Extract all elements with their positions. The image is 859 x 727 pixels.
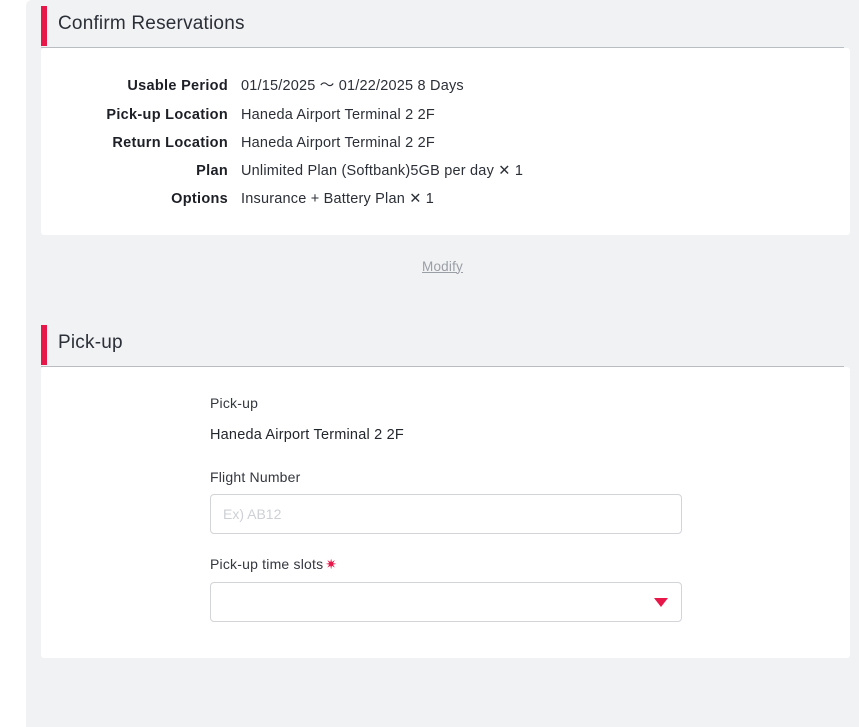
required-asterisk-icon: ✷: [325, 556, 338, 572]
section-accent-bar: [41, 325, 47, 365]
table-row: Options Insurance + Battery Plan ✕ 1: [41, 185, 850, 213]
table-row: Plan Unlimited Plan (Softbank)5GB per da…: [41, 157, 850, 185]
pickup-section-title: Pick-up: [58, 332, 123, 353]
row-label-usable-period: Usable Period: [127, 78, 228, 94]
row-value-usable-period: 01/15/2025 〜 01/22/2025 8 Days: [241, 78, 464, 94]
confirm-reservations-header: Confirm Reservations: [41, 0, 844, 48]
row-value-return-location: Haneda Airport Terminal 2 2F: [241, 135, 435, 151]
modify-link-container: Modify: [26, 235, 859, 297]
flight-number-label: Flight Number: [210, 469, 301, 485]
table-row: Usable Period 01/15/2025 〜 01/22/2025 8 …: [41, 68, 850, 101]
row-label-plan: Plan: [196, 163, 228, 179]
table-row: Return Location Haneda Airport Terminal …: [41, 129, 850, 157]
section-accent-bar: [41, 6, 47, 46]
pickup-header: Pick-up: [41, 319, 844, 367]
pickup-time-slots-label: Pick-up time slots ✷: [210, 556, 850, 573]
pickup-form-card: Pick-up Haneda Airport Terminal 2 2F Fli…: [41, 367, 850, 658]
flight-number-input[interactable]: [210, 494, 682, 534]
row-value-plan: Unlimited Plan (Softbank)5GB per day ✕ 1: [241, 163, 524, 179]
modify-link[interactable]: Modify: [422, 259, 463, 274]
pickup-time-slots-label-text: Pick-up time slots: [210, 556, 324, 572]
table-row: Pick-up Location Haneda Airport Terminal…: [41, 101, 850, 129]
reservation-summary-card: Usable Period 01/15/2025 〜 01/22/2025 8 …: [41, 48, 850, 235]
pickup-sub-label: Pick-up: [210, 395, 259, 411]
pickup-location-value: Haneda Airport Terminal 2 2F: [210, 427, 404, 443]
row-label-options: Options: [171, 191, 228, 207]
pickup-time-slots-select-wrapper: [210, 582, 682, 622]
row-label-return-location: Return Location: [112, 135, 228, 151]
row-value-options: Insurance + Battery Plan ✕ 1: [241, 191, 435, 207]
page-title: Confirm Reservations: [58, 13, 245, 34]
row-label-pickup-location: Pick-up Location: [106, 107, 228, 123]
row-value-pickup-location: Haneda Airport Terminal 2 2F: [241, 107, 435, 123]
field-spacer: [210, 534, 850, 556]
page-container: Confirm Reservations Usable Period 01/15…: [26, 0, 859, 727]
pickup-time-slots-select[interactable]: [210, 582, 682, 622]
pickup-form-inner: Pick-up Haneda Airport Terminal 2 2F Fli…: [41, 395, 850, 622]
